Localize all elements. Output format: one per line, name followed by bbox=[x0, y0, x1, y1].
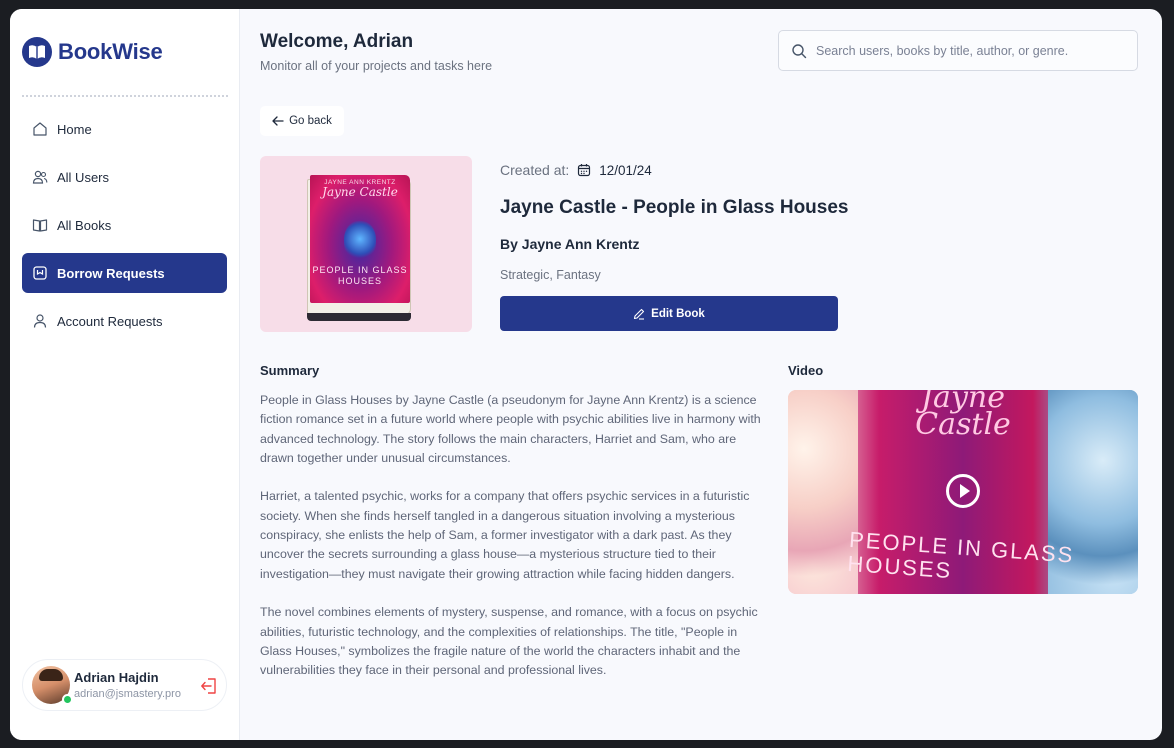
calendar-icon bbox=[578, 164, 591, 177]
search-input[interactable] bbox=[816, 43, 1126, 58]
cover-portrait bbox=[344, 221, 376, 261]
go-back-button[interactable]: Go back bbox=[260, 106, 344, 136]
summary-paragraph: The novel combines elements of mystery, … bbox=[260, 605, 758, 678]
sidebar-nav: Home All Users All Books Borrow Requests… bbox=[22, 109, 227, 349]
app-name: BookWise bbox=[58, 39, 163, 64]
sidebar-item-label: Borrow Requests bbox=[57, 265, 165, 281]
sidebar-item-label: Account Requests bbox=[57, 313, 163, 329]
user-info: Adrian Hajdin adrian@jsmastery.pro bbox=[74, 670, 181, 700]
arrow-left-icon bbox=[272, 116, 284, 126]
book-title: Jayne Castle - People in Glass Houses bbox=[500, 197, 849, 218]
sidebar-divider bbox=[22, 95, 228, 97]
app-window: BookWise Home All Users All Books Borrow… bbox=[10, 9, 1162, 740]
book-logo-icon bbox=[22, 37, 52, 67]
book-genre: Strategic, Fantasy bbox=[500, 268, 601, 282]
video-cover-author: Jayne Castle bbox=[915, 390, 1011, 442]
users-icon bbox=[32, 170, 48, 184]
created-label: Created at: bbox=[500, 162, 570, 178]
user-card: Adrian Hajdin adrian@jsmastery.pro bbox=[22, 659, 227, 711]
created-at: Created at: 12/01/24 bbox=[500, 162, 652, 178]
sidebar-item-label: All Books bbox=[57, 217, 112, 233]
book-cover-image: JAYNE ANN KRENTZ Jayne Castle PEOPLE IN … bbox=[307, 175, 412, 321]
sidebar-item-all-users[interactable]: All Users bbox=[22, 157, 227, 197]
home-icon bbox=[33, 122, 47, 136]
main-content: Welcome, Adrian Monitor all of your proj… bbox=[240, 9, 1162, 740]
sidebar-item-account-requests[interactable]: Account Requests bbox=[22, 301, 227, 341]
book-author: By Jayne Ann Krentz bbox=[500, 236, 640, 252]
book-cover-art: JAYNE ANN KRENTZ Jayne Castle PEOPLE IN … bbox=[310, 175, 410, 303]
summary-text: People in Glass Houses by Jayne Castle (… bbox=[260, 391, 765, 700]
play-icon[interactable] bbox=[946, 474, 980, 508]
page-subtitle: Monitor all of your projects and tasks h… bbox=[260, 59, 493, 73]
book-spine bbox=[307, 313, 411, 321]
video-player[interactable]: Jayne Castle PEOPLE IN GLASS HOUSES bbox=[788, 390, 1138, 594]
user-icon bbox=[33, 314, 47, 328]
online-status-dot bbox=[62, 694, 73, 705]
summary-heading: Summary bbox=[260, 363, 320, 378]
book-cover-panel: JAYNE ANN KRENTZ Jayne Castle PEOPLE IN … bbox=[260, 156, 472, 332]
avatar-hair bbox=[39, 669, 63, 681]
sidebar-item-label: All Users bbox=[57, 169, 110, 185]
sidebar-item-label: Home bbox=[57, 121, 92, 137]
bookmark-icon bbox=[33, 266, 47, 280]
cover-brand-text: Jayne Castle bbox=[322, 185, 398, 199]
go-back-label: Go back bbox=[289, 115, 332, 127]
sidebar: BookWise Home All Users All Books Borrow… bbox=[10, 9, 240, 740]
edit-book-label: Edit Book bbox=[651, 307, 705, 320]
user-name: Adrian Hajdin bbox=[74, 670, 159, 685]
page-title: Welcome, Adrian bbox=[260, 31, 414, 52]
edit-book-button[interactable]: Edit Book bbox=[500, 296, 838, 331]
summary-paragraph: Harriet, a talented psychic, works for a… bbox=[260, 489, 750, 581]
logo[interactable]: BookWise bbox=[22, 37, 163, 67]
created-date: 12/01/24 bbox=[599, 162, 652, 178]
search-icon bbox=[792, 43, 807, 58]
summary-paragraph: People in Glass Houses by Jayne Castle (… bbox=[260, 393, 761, 465]
sidebar-item-home[interactable]: Home bbox=[22, 109, 227, 149]
sidebar-item-borrow-requests[interactable]: Borrow Requests bbox=[22, 253, 227, 293]
video-heading: Video bbox=[788, 363, 824, 378]
avatar[interactable] bbox=[32, 666, 73, 705]
user-email: adrian@jsmastery.pro bbox=[74, 688, 181, 700]
sidebar-item-all-books[interactable]: All Books bbox=[22, 205, 227, 245]
cover-title-text: PEOPLE IN GLASS HOUSES bbox=[312, 265, 408, 286]
logout-icon[interactable] bbox=[200, 677, 218, 695]
book-open-icon bbox=[32, 219, 48, 232]
pencil-icon bbox=[634, 308, 645, 320]
search-bar[interactable] bbox=[778, 30, 1138, 71]
